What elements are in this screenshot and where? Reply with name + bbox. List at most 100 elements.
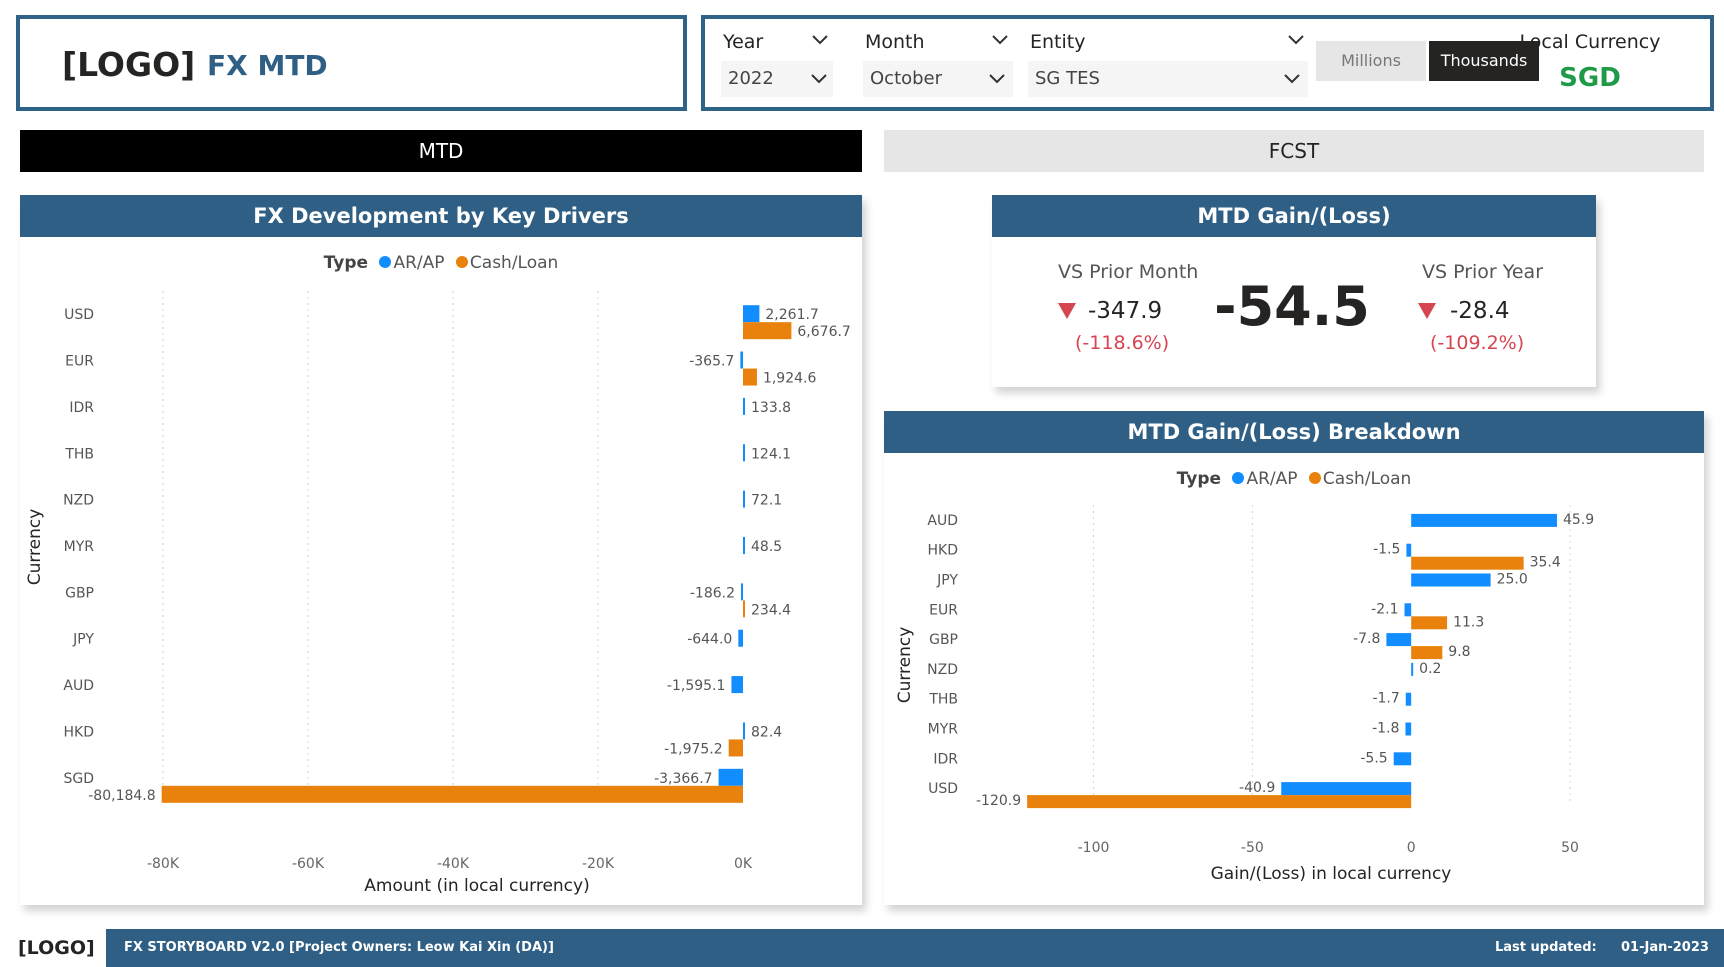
data-label: -120.9 [976,793,1021,809]
bar-jpy-arap[interactable] [738,629,743,647]
bar-gbp-arap[interactable] [741,583,743,601]
data-label: 82.4 [751,724,782,740]
entity-slicer-label: Entity [1030,31,1086,53]
bar-hkd-arap[interactable] [1406,543,1412,557]
bar-myr-arap[interactable] [743,537,745,554]
bar-hkd-cash-loan[interactable] [1411,556,1524,570]
tab-mtd-label: MTD [418,139,464,163]
bar-usd-arap[interactable] [1281,782,1412,796]
year-slicer-label: Year [723,31,764,53]
last-updated-label: Last updated: [1495,940,1597,955]
bar-gbp-cash-loan[interactable] [743,600,745,618]
y-tick-label: IDR [933,751,958,767]
data-label: 45.9 [1563,512,1594,528]
local-currency-label: Local Currency [1519,31,1661,53]
bar-usd-cash-loan[interactable] [1027,795,1412,809]
y-tick-label: MYR [928,722,959,738]
bar-eur-cash-loan[interactable] [1411,616,1448,630]
footer-logo-box: [LOGO] [0,929,106,967]
legend-arap-label[interactable]: AR/AP [393,253,444,273]
data-label: -40.9 [1239,780,1275,796]
tab-fcst[interactable]: FCST [884,130,1704,172]
chevron-down-icon [811,74,827,84]
chevron-down-icon [989,74,1005,84]
bar-thb-arap[interactable] [1405,692,1412,706]
year-dropdown[interactable]: 2022 [721,61,833,97]
x-tick-label: -100 [1078,840,1110,856]
data-label: 72.1 [751,493,782,509]
bar-sgd-cash-loan[interactable] [161,785,743,803]
data-label: 6,676.7 [797,324,850,340]
bar-jpy-arap[interactable] [1411,573,1491,587]
chevron-down-icon[interactable] [1288,35,1304,45]
bar-hkd-cash-loan[interactable] [728,739,743,757]
bar-hkd-arap[interactable] [743,722,745,740]
legend-cash-swatch [1308,471,1321,484]
prior-year-value: -28.4 [1450,298,1510,324]
chevron-down-icon[interactable] [812,35,828,45]
legend-arap-swatch [379,255,392,268]
prior-month-label: VS Prior Month [1058,261,1199,283]
tab-fcst-label: FCST [1268,139,1320,163]
millions-button[interactable]: Millions [1316,41,1426,81]
breakdown-chart[interactable]: -100 -50 0 50 Gain/(Loss) in local currency C… [884,495,1704,905]
legend-cash-swatch [455,255,468,268]
legend-title: Type [323,253,369,273]
month-dropdown[interactable]: October [863,61,1013,97]
fx-development-panel: FX Development by Key Drivers Type AR/AP… [20,195,862,905]
data-label: 11.3 [1453,614,1484,630]
y-axis-title: Currency [25,509,45,586]
bar-gbp-cash-loan[interactable] [1411,646,1443,660]
bar-aud-arap[interactable] [1411,513,1557,527]
data-label: 0.2 [1419,661,1441,677]
y-tick-label: HKD [928,543,959,559]
entity-dropdown-value: SG TES [1035,68,1100,89]
bar-usd-arap[interactable] [743,305,760,323]
legend-arap-swatch [1232,471,1245,484]
bar-eur-arap[interactable] [740,351,743,369]
bar-idr-arap[interactable] [1393,752,1412,766]
data-label: 35.4 [1530,555,1561,571]
bar-nzd-arap[interactable] [743,490,745,508]
bar-usd-cash-loan[interactable] [743,322,792,340]
local-currency-value: SGD [1559,63,1621,93]
bar-thb-arap[interactable] [743,444,745,462]
footer-text: FX STORYBOARD V2.0 [Project Owners: Leow… [124,940,554,955]
chevron-down-icon [1284,74,1300,84]
legend-arap-label[interactable]: AR/AP [1246,469,1297,489]
data-label: -80,184.8 [88,788,155,804]
data-label: -1.7 [1372,691,1399,707]
y-tick-label: NZD [63,493,94,509]
y-tick-label: THB [64,446,94,462]
y-tick-label: JPY [936,573,958,589]
legend-cash-label[interactable]: Cash/Loan [470,253,558,273]
bar-aud-arap[interactable] [731,676,743,694]
y-tick-label: EUR [65,354,94,370]
down-triangle-icon [1058,303,1076,319]
fx-development-chart[interactable]: -80K -60K -40K -20K 0K Amount (in local curre… [20,279,862,905]
x-tick-label: -80K [147,856,180,872]
prior-year-pct: (-109.2%) [1430,332,1525,354]
bar-eur-cash-loan[interactable] [743,368,757,386]
page-title: FX MTD [207,49,328,82]
tab-mtd[interactable]: MTD [20,130,862,172]
data-label: 48.5 [751,539,782,555]
y-tick-label: AUD [63,678,94,694]
bar-nzd-arap[interactable] [1411,662,1414,676]
y-tick-label: MYR [64,539,95,555]
bar-eur-arap[interactable] [1404,603,1412,617]
down-triangle-icon [1418,303,1436,319]
entity-dropdown[interactable]: SG TES [1028,61,1308,97]
data-label: -186.2 [690,585,735,601]
bar-idr-arap[interactable] [743,397,745,415]
y-axis-title: Currency [895,627,915,704]
mtd-gain-loss-value: -54.5 [1214,275,1370,338]
legend-cash-label[interactable]: Cash/Loan [1323,469,1411,489]
prior-month-pct: (-118.6%) [1075,332,1170,354]
chevron-down-icon[interactable] [992,35,1008,45]
bar-sgd-arap[interactable] [718,768,743,786]
bar-gbp-arap[interactable] [1386,633,1412,647]
bar-myr-arap[interactable] [1405,722,1412,736]
x-tick-label: -40K [437,856,470,872]
data-label: 133.8 [751,400,791,416]
